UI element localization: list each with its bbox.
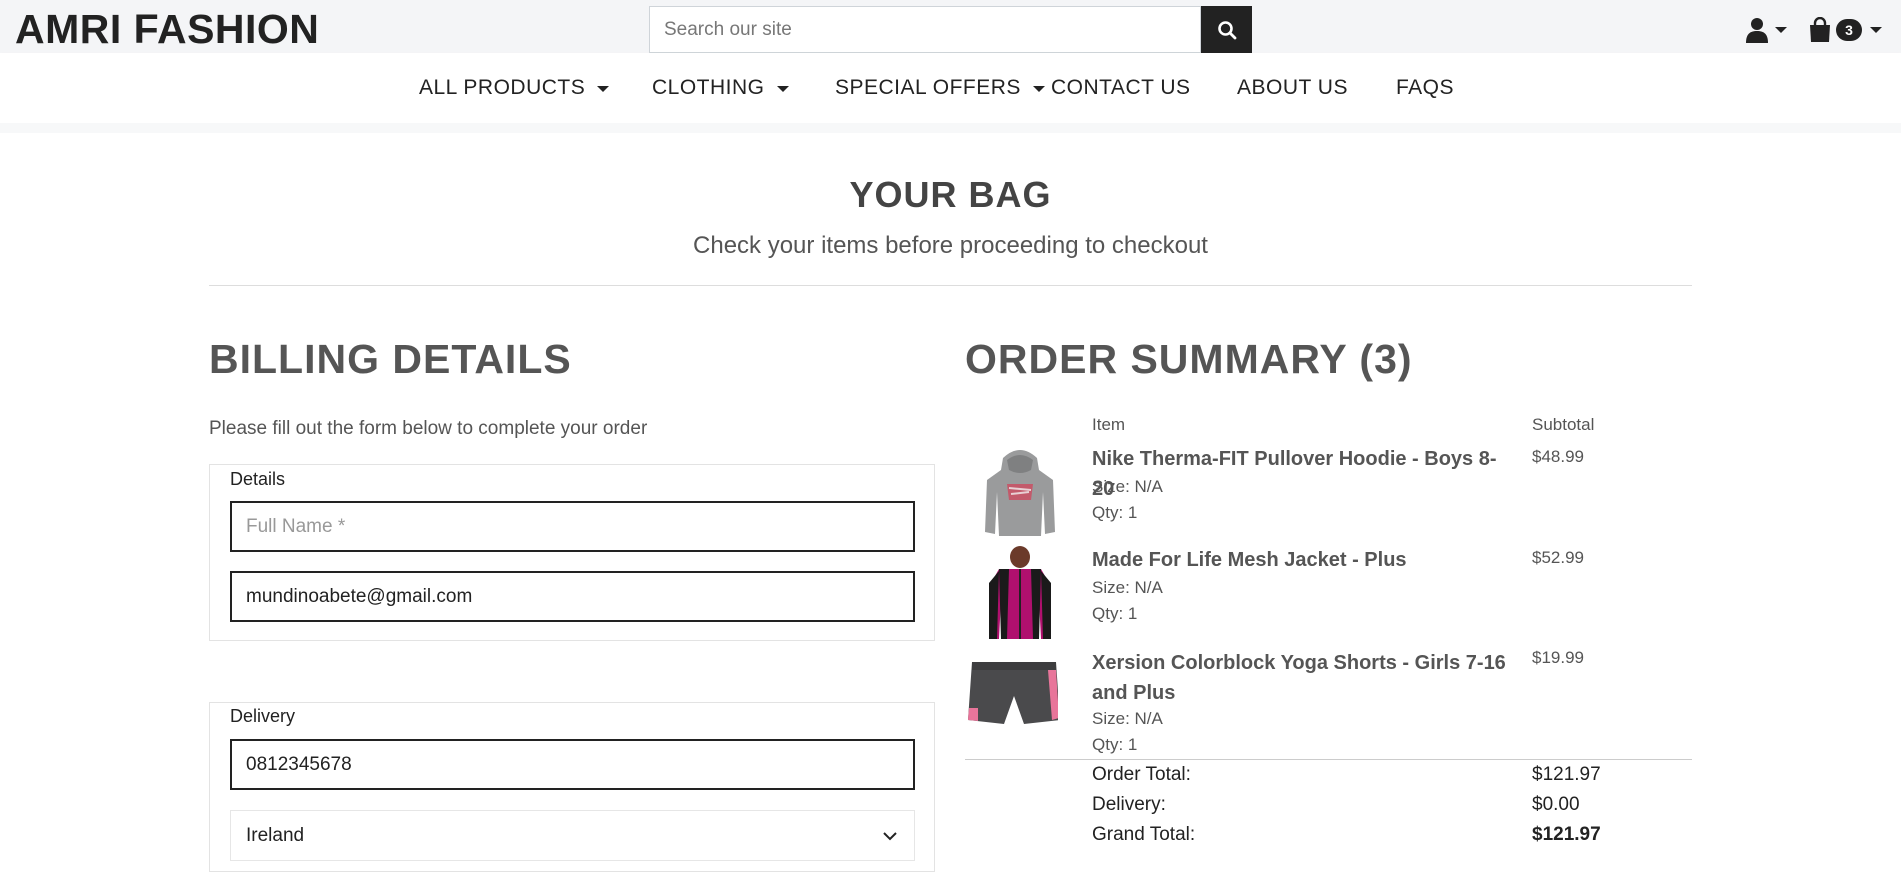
page-subtitle: Check your items before proceeding to ch… [693, 232, 1208, 259]
delivery-label: Delivery: [1092, 794, 1166, 815]
main-nav: ALL PRODUCTS CLOTHING SPECIAL OFFERS CON… [0, 53, 1901, 123]
product-price: $52.99 [1532, 548, 1584, 567]
nav-contact-us[interactable]: CONTACT US [1051, 76, 1191, 100]
product-qty: Qty: 1 [1092, 735, 1138, 754]
product-qty: Qty: 1 [1092, 503, 1138, 522]
chevron-down-icon [1032, 85, 1045, 92]
product-image-jacket[interactable] [975, 543, 1065, 643]
account-menu[interactable] [1745, 15, 1793, 45]
chevron-down-icon [883, 831, 897, 840]
chevron-down-icon [1870, 27, 1882, 33]
user-icon [1746, 18, 1768, 43]
details-fieldset: Details [209, 464, 935, 641]
nav-special-offers[interactable]: SPECIAL OFFERS [835, 76, 1045, 100]
product-price: $48.99 [1532, 447, 1584, 466]
product-size: Size: N/A [1092, 578, 1163, 597]
country-value: Ireland [246, 824, 305, 846]
delivery-value: $0.00 [1532, 794, 1580, 815]
nav-label: CLOTHING [652, 76, 765, 99]
logo-secondary: FASHION [133, 6, 320, 52]
delivery-legend: Delivery [230, 706, 296, 726]
nav-faqs[interactable]: FAQS [1396, 76, 1454, 100]
product-image-shorts[interactable] [968, 658, 1058, 730]
nav-clothing[interactable]: CLOTHING [652, 76, 789, 100]
grand-total-label: Grand Total: [1092, 824, 1196, 845]
bag-count-badge: 3 [1836, 19, 1862, 41]
chevron-down-icon [597, 85, 610, 92]
nav-shadow-band [0, 123, 1901, 133]
billing-intro: Please fill out the form below to comple… [209, 418, 648, 439]
chevron-down-icon [1775, 27, 1787, 33]
nav-label: FAQS [1396, 76, 1455, 99]
order-total-value: $121.97 [1532, 764, 1601, 785]
nav-label: SPECIAL OFFERS [835, 76, 1021, 99]
nav-label: ALL PRODUCTS [419, 76, 586, 99]
nav-about-us[interactable]: ABOUT US [1237, 76, 1348, 100]
search-icon [1217, 20, 1236, 39]
top-bar: AMRI FASHION 3 [0, 0, 1901, 53]
site-logo[interactable]: AMRI FASHION [15, 4, 319, 54]
product-price: $19.99 [1532, 648, 1584, 667]
column-header-item: Item [1092, 415, 1126, 434]
email-field[interactable] [230, 571, 915, 622]
nav-label: ABOUT US [1237, 76, 1348, 99]
product-qty: Qty: 1 [1092, 604, 1138, 623]
phone-field[interactable] [230, 739, 915, 790]
product-name[interactable]: Made For Life Mesh Jacket - Plus [1092, 545, 1512, 575]
delivery-fieldset: Delivery Ireland [209, 702, 935, 872]
billing-title: BILLING DETAILS [209, 336, 572, 382]
chevron-down-icon [776, 85, 789, 92]
search-button[interactable] [1201, 6, 1252, 53]
product-image-hoodie[interactable] [975, 440, 1065, 540]
divider [209, 285, 1692, 286]
grand-total-value: $121.97 [1532, 824, 1601, 845]
summary-divider [965, 759, 1692, 760]
full-name-field[interactable] [230, 501, 915, 552]
column-header-subtotal: Subtotal [1532, 415, 1595, 434]
order-total-label: Order Total: [1092, 764, 1191, 785]
product-name[interactable]: Xersion Colorblock Yoga Shorts - Girls 7… [1092, 648, 1512, 708]
order-summary-title: ORDER SUMMARY (3) [965, 336, 1413, 382]
logo-primary: AMRI [15, 6, 122, 52]
product-size: Size: N/A [1092, 709, 1163, 728]
search-form [649, 6, 1252, 53]
page-title: YOUR BAG [849, 174, 1052, 215]
shopping-bag-menu[interactable]: 3 [1808, 13, 1888, 47]
country-select[interactable]: Ireland [230, 810, 915, 861]
nav-label: CONTACT US [1051, 76, 1191, 99]
search-input[interactable] [649, 6, 1201, 53]
product-size: Size: N/A [1092, 477, 1163, 496]
details-legend: Details [230, 469, 286, 489]
nav-all-products[interactable]: ALL PRODUCTS [419, 76, 610, 100]
shopping-bag-icon [1810, 17, 1830, 42]
